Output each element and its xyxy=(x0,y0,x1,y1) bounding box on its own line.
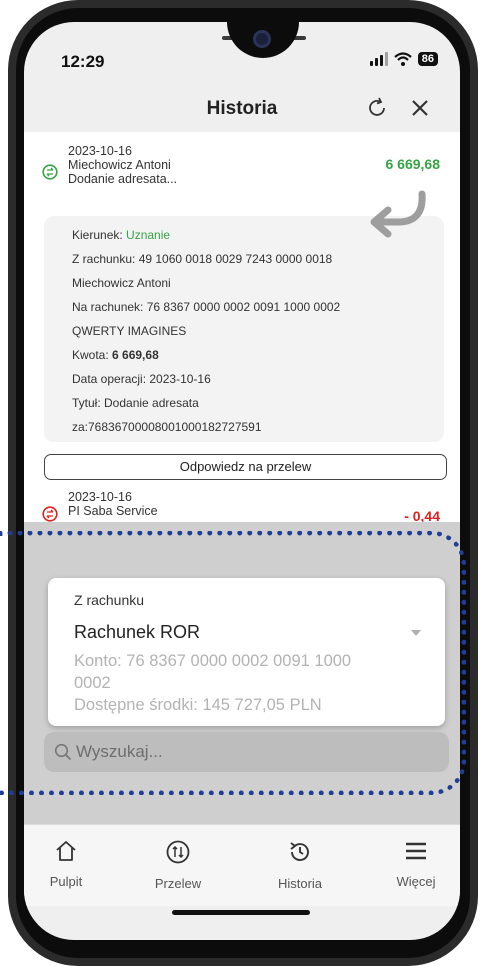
account-selector[interactable]: Z rachunku Rachunek ROR Konto: 76 8367 0… xyxy=(48,578,445,726)
transfer-icon xyxy=(166,840,190,864)
amount-value: 6 669,68 xyxy=(112,348,159,362)
direction-value: Uznanie xyxy=(126,228,171,242)
menu-icon xyxy=(406,842,426,860)
close-icon xyxy=(412,100,428,116)
reply-transfer-button[interactable]: Odpowiedz na przelew xyxy=(44,454,447,480)
bottom-navigation: Pulpit Przelew Historia Więcej xyxy=(24,824,460,906)
nav-label: Historia xyxy=(277,876,323,891)
search-placeholder: Wyszukaj... xyxy=(76,742,163,761)
signal-icon xyxy=(369,52,388,66)
search-input[interactable]: Wyszukaj... xyxy=(44,732,449,772)
transaction-name: PI Saba Service xyxy=(68,504,158,518)
incoming-transfer-icon xyxy=(42,164,58,180)
detail-title-continued: za:76836700008001000182727591 xyxy=(72,420,262,434)
transaction-date: 2023-10-16 xyxy=(68,490,132,504)
detail-amount: Kwota: 6 669,68 xyxy=(72,348,159,362)
status-time: 12:29 xyxy=(61,52,105,71)
home-icon xyxy=(56,841,76,861)
transaction-description: Dodanie adresata... xyxy=(68,172,178,186)
nav-item-przelew[interactable]: Przelew xyxy=(138,839,218,891)
history-list: 2023-10-16 Miechowicz Antoni Dodanie adr… xyxy=(24,132,460,524)
transaction-amount: 6 669,68 xyxy=(385,156,441,172)
home-indicator[interactable] xyxy=(172,910,310,915)
direction-label: Kierunek: xyxy=(72,228,127,242)
transaction-name: Miechowicz Antoni xyxy=(68,158,171,172)
reply-arrow-icon xyxy=(370,190,426,238)
history-icon xyxy=(290,842,309,861)
available-funds: Dostępne środki: 145 727,05 PLN xyxy=(74,696,322,714)
detail-to-name: QWERTY IMAGINES xyxy=(72,324,187,338)
account-label: Z rachunku xyxy=(74,592,145,608)
detail-date: Data operacji: 2023-10-16 xyxy=(72,372,211,386)
nav-label: Pulpit xyxy=(49,874,83,889)
detail-from-account: Z rachunku: 49 1060 0018 0029 7243 0000 … xyxy=(72,252,333,266)
search-icon xyxy=(54,743,72,761)
detail-title: Tytuł: Dodanie adresata xyxy=(72,396,199,410)
amount-label: Kwota: xyxy=(72,348,113,362)
screen: 12:29 86 Historia 2023-10-16 Miechowicz … xyxy=(24,22,460,940)
nav-item-pulpit[interactable]: Pulpit xyxy=(26,839,106,889)
transaction-row[interactable]: 2023-10-16 PI Saba Service - 0,44 xyxy=(24,484,460,524)
transaction-details: Kierunek: Uznanie Z rachunku: 49 1060 00… xyxy=(44,190,444,442)
status-indicators: 86 xyxy=(369,52,438,66)
account-name: Rachunek ROR xyxy=(74,622,201,642)
wifi-icon xyxy=(394,52,412,66)
account-number: Konto: 76 8367 0000 0002 0091 1000 xyxy=(74,652,352,670)
close-button[interactable] xyxy=(402,90,438,126)
transaction-date: 2023-10-16 xyxy=(68,144,132,158)
detail-to-account: Na rachunek: 76 8367 0000 0002 0091 1000… xyxy=(72,300,341,314)
detail-from-name: Miechowicz Antoni xyxy=(72,276,171,290)
nav-item-wiecej[interactable]: Więcej xyxy=(376,839,456,889)
detail-direction: Kierunek: Uznanie xyxy=(72,228,170,242)
nav-item-historia[interactable]: Historia xyxy=(260,839,340,891)
chevron-down-icon[interactable] xyxy=(411,630,421,636)
outgoing-transfer-icon xyxy=(42,506,58,522)
camera-icon xyxy=(253,30,271,48)
account-number-continued: 0002 xyxy=(74,674,111,692)
battery-icon: 86 xyxy=(417,52,438,66)
nav-label: Więcej xyxy=(396,874,436,889)
refresh-button[interactable] xyxy=(359,90,395,126)
refresh-icon xyxy=(369,97,385,116)
nav-label: Przelew xyxy=(154,876,202,891)
